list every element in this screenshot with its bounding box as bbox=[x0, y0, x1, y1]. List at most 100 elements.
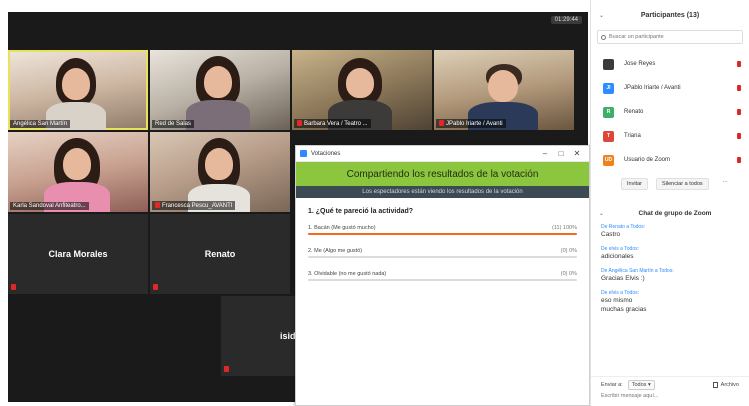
avatar bbox=[603, 58, 614, 70]
more-options-button[interactable]: ... bbox=[723, 178, 728, 190]
file-icon bbox=[712, 382, 718, 388]
poll-option-count: (0) 0% bbox=[560, 248, 577, 254]
participant-face bbox=[205, 148, 233, 180]
mute-all-button[interactable]: Silenciar a todos bbox=[655, 178, 709, 190]
participant-item[interactable]: UD Usuario de Zoom bbox=[591, 148, 749, 172]
zoom-app-icon bbox=[300, 150, 307, 157]
tile-name-tag: Barbara Vera / Teatro ... bbox=[294, 119, 371, 128]
poll-option-count: (0) 0% bbox=[560, 271, 577, 277]
tile-name-tag: Red de Salas bbox=[152, 120, 195, 128]
chat-text: muchas gracias bbox=[601, 306, 647, 313]
mic-off-icon bbox=[153, 284, 158, 290]
mic-off-icon[interactable] bbox=[737, 157, 741, 163]
mic-off-icon bbox=[297, 120, 302, 126]
participant-body bbox=[186, 100, 250, 130]
maximize-button[interactable]: □ bbox=[553, 147, 569, 161]
chat-text: Gracias Elvis :) bbox=[601, 275, 645, 282]
participant-item[interactable]: R Renato bbox=[591, 100, 749, 124]
chevron-down-icon: ▾ bbox=[647, 382, 651, 388]
send-to-value: Todos bbox=[631, 382, 647, 388]
search-icon bbox=[601, 34, 606, 40]
participant-face bbox=[63, 148, 91, 180]
participant-search-input[interactable] bbox=[609, 34, 729, 40]
participant-face bbox=[488, 70, 518, 102]
invite-button[interactable]: Invitar bbox=[621, 178, 648, 190]
mic-off-icon bbox=[224, 366, 229, 372]
chevron-down-icon[interactable]: ⌄ bbox=[599, 210, 609, 217]
poll-option-label: 2. Me (Algo me gustó) bbox=[308, 248, 363, 254]
chat-messages: De Renato a Todos: Castro De elvis a Tod… bbox=[591, 224, 749, 314]
mic-off-icon[interactable] bbox=[737, 133, 741, 139]
mic-off-icon[interactable] bbox=[737, 85, 741, 91]
poll-sharing-banner: Compartiendo los resultados de la votaci… bbox=[296, 162, 589, 186]
poll-window-title: Votaciones bbox=[311, 150, 341, 157]
file-button[interactable]: Archivo bbox=[712, 382, 739, 388]
close-button[interactable]: ✕ bbox=[569, 147, 585, 161]
poll-option-count: (11) 100% bbox=[552, 225, 577, 231]
poll-result-fill bbox=[308, 233, 577, 235]
mic-off-icon[interactable] bbox=[737, 61, 741, 67]
poll-result-bar bbox=[308, 256, 577, 258]
chat-input[interactable] bbox=[601, 393, 731, 399]
poll-question: 1. ¿Qué te pareció la actividad? bbox=[308, 208, 414, 215]
side-panel: ⌄ Participantes (13) Jose Reyes JI JPabl… bbox=[590, 0, 749, 406]
video-tile[interactable]: Clara Morales bbox=[8, 214, 148, 294]
participant-list: Jose Reyes JI JPablo Iriarte / Avanti R … bbox=[591, 52, 749, 172]
mic-off-icon bbox=[11, 284, 16, 290]
video-tile[interactable]: Renato bbox=[150, 214, 290, 294]
chat-text: Castro bbox=[601, 231, 621, 238]
chat-message: De Angélica San Martín a Todos: Gracias … bbox=[601, 268, 739, 283]
participant-face bbox=[62, 68, 90, 100]
participant-name: JPablo Iriarte / Avanti bbox=[624, 85, 681, 91]
poll-titlebar[interactable]: Votaciones – □ ✕ bbox=[296, 146, 589, 162]
file-label: Archivo bbox=[720, 382, 739, 388]
poll-window: Votaciones – □ ✕ Compartiendo los result… bbox=[295, 145, 590, 406]
poll-results: 1. ¿Qué te pareció la actividad? 1. Bacá… bbox=[296, 198, 589, 304]
video-tile[interactable]: JPablo Iriarte / Avanti bbox=[434, 50, 574, 130]
participant-item[interactable]: JI JPablo Iriarte / Avanti bbox=[591, 76, 749, 100]
poll-viewers-notice: Los espectadores están viendo los result… bbox=[296, 186, 589, 198]
participants-header: ⌄ Participantes (13) bbox=[591, 0, 749, 30]
chat-composer: Enviar a: Todos ▾ Archivo bbox=[591, 376, 749, 406]
participant-item[interactable]: T Triana bbox=[591, 124, 749, 148]
video-tile[interactable]: Barbara Vera / Teatro ... bbox=[292, 50, 432, 130]
poll-result-bar bbox=[308, 233, 577, 235]
tile-name-tag: Karla Sandoval Anfiteatro... bbox=[10, 202, 89, 210]
avatar: JI bbox=[603, 82, 614, 94]
chat-text: eso mismo bbox=[601, 297, 633, 304]
participant-name: Jose Reyes bbox=[624, 61, 656, 67]
participant-name: Usuario de Zoom bbox=[624, 157, 671, 163]
tile-name-tag: Francesca Pescu_AVANTI bbox=[152, 201, 236, 210]
poll-option-label: 1. Bacán (Me gustó mucho) bbox=[308, 225, 376, 231]
mic-off-icon bbox=[155, 202, 160, 208]
chat-header: ⌄ Chat de grupo de Zoom bbox=[591, 202, 749, 224]
video-tile[interactable]: Karla Sandoval Anfiteatro... bbox=[8, 132, 148, 212]
send-to-dropdown[interactable]: Todos ▾ bbox=[627, 380, 655, 390]
participant-name: Clara Morales bbox=[48, 249, 108, 259]
tile-name-tag: JPablo Iriarte / Avanti bbox=[436, 119, 506, 128]
chevron-down-icon[interactable]: ⌄ bbox=[599, 12, 609, 19]
participant-name: Triana bbox=[624, 133, 641, 139]
mic-off-icon bbox=[439, 120, 444, 126]
participant-search[interactable] bbox=[597, 30, 743, 44]
avatar: R bbox=[603, 106, 614, 118]
chat-message: De elvis a Todos: eso mismo muchas graci… bbox=[601, 290, 739, 314]
poll-option: 1. Bacán (Me gustó mucho) (11) 100% bbox=[308, 225, 577, 235]
participant-item[interactable]: Jose Reyes bbox=[591, 52, 749, 76]
video-tile[interactable]: Francesca Pescu_AVANTI bbox=[150, 132, 290, 212]
participants-title: Participantes (13) bbox=[640, 11, 700, 19]
mic-off-icon[interactable] bbox=[737, 109, 741, 115]
minimize-button[interactable]: – bbox=[537, 147, 553, 161]
avatar: UD bbox=[603, 154, 614, 166]
participant-name: Renato bbox=[204, 249, 236, 259]
video-tile[interactable]: Angélica San Martín bbox=[8, 50, 148, 130]
participant-actions: Invitar Silenciar a todos ... bbox=[591, 172, 749, 190]
chat-text: adicionales bbox=[601, 253, 634, 260]
poll-option: 3. Olvidable (no me gustó nada) (0) 0% bbox=[308, 271, 577, 281]
send-to-label: Enviar a: bbox=[601, 382, 623, 388]
poll-result-bar bbox=[308, 279, 577, 281]
poll-option-label: 3. Olvidable (no me gustó nada) bbox=[308, 271, 387, 277]
participant-face bbox=[346, 68, 374, 98]
video-tile[interactable]: Red de Salas bbox=[150, 50, 290, 130]
chat-message: De Renato a Todos: Castro bbox=[601, 224, 739, 239]
